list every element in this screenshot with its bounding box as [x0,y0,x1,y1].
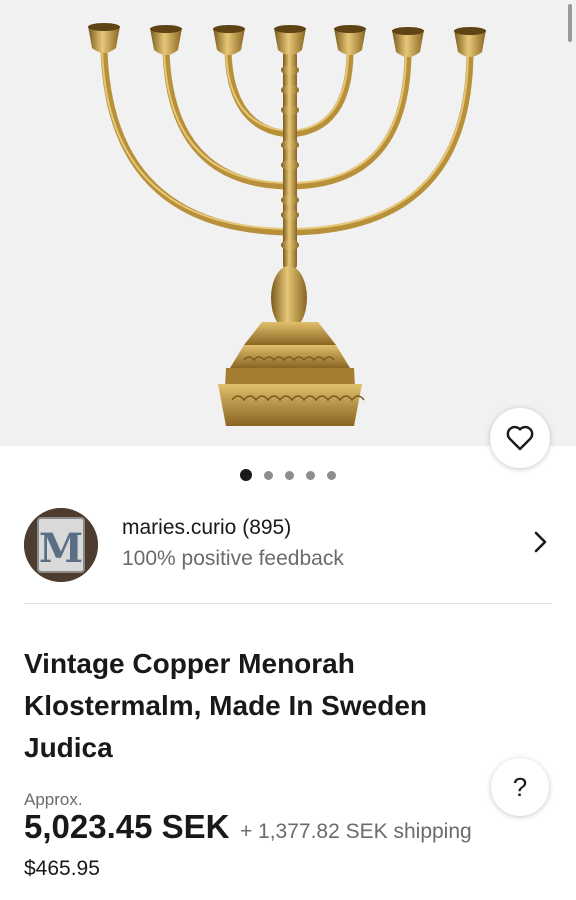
help-button[interactable]: ? [491,758,549,816]
chevron-right-icon[interactable] [528,530,552,554]
menorah-image [88,23,486,426]
seller-name[interactable]: maries.curio (895) [122,516,291,540]
avatar-letter: M [39,525,83,572]
gallery-pagination [0,468,576,482]
gallery-dot[interactable] [306,470,315,480]
seller-card[interactable]: M maries.curio (895) 100% positive feedb… [0,500,576,586]
favorite-button[interactable] [490,408,550,468]
gallery-dot[interactable] [285,470,294,480]
gallery-dot[interactable] [240,469,252,481]
approx-label: Approx. [24,790,83,809]
shipping-cost: + 1,377.82 SEK shipping [239,820,472,843]
help-label: ? [512,771,528,802]
heart-outline-icon [506,425,534,451]
avatar[interactable]: M [24,508,98,582]
gallery-dot[interactable] [327,470,336,480]
gallery-dot[interactable] [264,470,273,480]
seller-feedback: 100% positive feedback [122,547,344,570]
price: 5,023.45 SEK [24,808,230,845]
product-image-gallery[interactable] [0,0,576,446]
price-row: 5,023.45 SEK + 1,377.82 SEK shipping [24,808,472,846]
usd-price: $465.95 [24,857,100,880]
scrollbar[interactable] [568,4,572,42]
divider [24,603,552,604]
listing-title: Vintage Copper Menorah Klostermalm, Made… [24,648,427,763]
